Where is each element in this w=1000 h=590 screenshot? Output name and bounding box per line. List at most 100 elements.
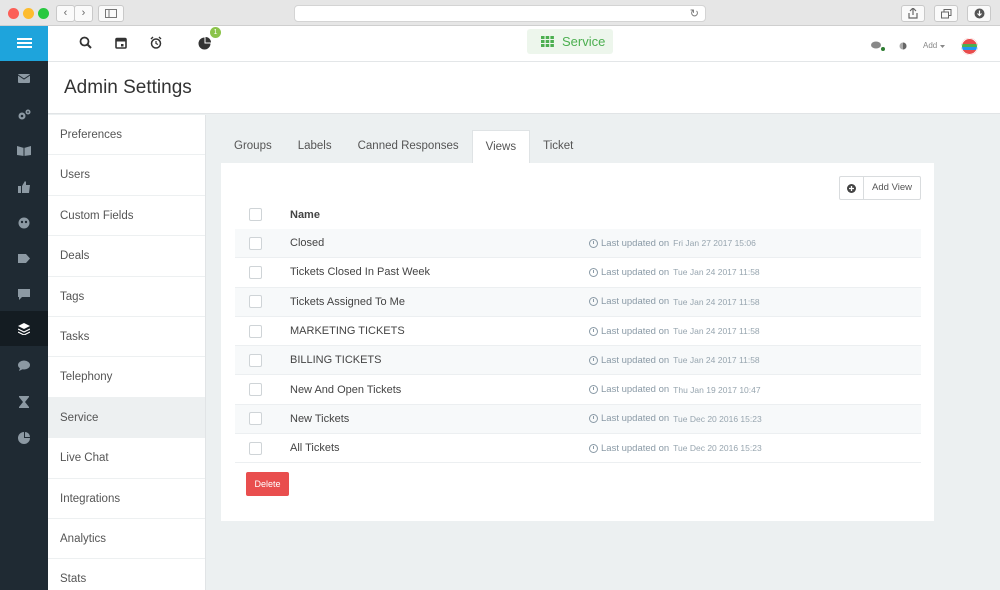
row-checkbox[interactable] (249, 324, 262, 338)
table-row[interactable]: MARKETING TICKETS Last updated on Tue Jan… (235, 317, 921, 347)
rail-timer-item[interactable] (0, 384, 48, 419)
settings-nav-tags[interactable]: Tags (48, 277, 205, 317)
last-updated-label: Last updated on (601, 296, 670, 308)
user-avatar[interactable] (961, 38, 978, 55)
calendar-icon[interactable] (114, 36, 128, 50)
settings-nav-deals[interactable]: Deals (48, 236, 205, 277)
address-bar[interactable]: ↻ (294, 5, 706, 22)
zoom-window-button[interactable] (38, 8, 49, 19)
clock-icon (589, 385, 598, 395)
tab-labels[interactable]: Labels (285, 130, 345, 163)
rail-feedback-item[interactable] (0, 169, 48, 204)
settings-nav-stats[interactable]: Stats (48, 559, 205, 590)
support-icon (18, 217, 30, 228)
tag-icon (18, 254, 30, 263)
top-bar: 1 Service Add (48, 26, 1000, 62)
close-window-button[interactable] (8, 8, 19, 19)
row-checkbox[interactable] (249, 412, 262, 426)
grid-icon (541, 36, 554, 47)
last-updated: Last updated on Tue Jan 24 2017 11:58 (589, 355, 760, 366)
service-switcher-button[interactable]: Service (527, 29, 613, 54)
view-name[interactable]: Closed (290, 237, 324, 249)
last-updated-label: Last updated on (601, 237, 670, 249)
notification-badge: 1 (210, 27, 221, 38)
row-checkbox[interactable] (249, 236, 262, 250)
rail-chat-item[interactable] (0, 348, 48, 383)
last-updated-label: Last updated on (601, 384, 670, 396)
clock-icon (589, 443, 598, 453)
table-row[interactable]: Closed Last updated on Fri Jan 27 2017 15… (235, 229, 921, 259)
back-button[interactable]: ‹ (56, 5, 75, 22)
row-checkbox[interactable] (249, 265, 262, 279)
settings-nav: Preferences Users Custom Fields Deals Ta… (48, 115, 206, 590)
presence-icon[interactable] (899, 42, 907, 50)
alarm-clock-icon[interactable] (149, 36, 163, 50)
page-header: Admin Settings (48, 62, 1000, 114)
view-name[interactable]: New And Open Tickets (290, 384, 401, 396)
tab-canned-responses[interactable]: Canned Responses (345, 130, 472, 163)
reload-icon[interactable]: ↻ (690, 7, 699, 20)
table-row[interactable]: Tickets Closed In Past Week Last updated… (235, 258, 921, 288)
table-row[interactable]: All Tickets Last updated on Tue Dec 20 20… (235, 434, 921, 464)
rail-inbox-item[interactable] (0, 61, 48, 96)
clock-icon (589, 297, 598, 307)
sidebar-toggle-button[interactable] (98, 5, 124, 22)
settings-nav-live-chat[interactable]: Live Chat (48, 438, 205, 479)
table-header-row: Name (235, 200, 921, 229)
view-name[interactable]: Tickets Closed In Past Week (290, 266, 430, 278)
search-icon[interactable] (79, 36, 93, 50)
rail-support-item[interactable] (0, 205, 48, 240)
forward-button[interactable]: › (74, 5, 93, 22)
settings-nav-service[interactable]: Service (48, 397, 205, 439)
row-checkbox[interactable] (249, 441, 262, 455)
row-checkbox[interactable] (249, 295, 262, 309)
view-name[interactable]: New Tickets (290, 413, 349, 425)
last-updated-date: Tue Jan 24 2017 11:58 (673, 267, 760, 278)
delete-button[interactable]: Delete (246, 472, 289, 496)
table-row[interactable]: New And Open Tickets Last updated on Thu … (235, 375, 921, 405)
settings-nav-preferences[interactable]: Preferences (48, 115, 205, 156)
tab-views[interactable]: Views (471, 130, 531, 163)
row-checkbox[interactable] (249, 353, 262, 367)
minimize-window-button[interactable] (23, 8, 34, 19)
table-row[interactable]: New Tickets Last updated on Tue Dec 20 20… (235, 404, 921, 435)
last-updated: Last updated on Tue Dec 20 2016 15:23 (589, 443, 762, 454)
tab-ticket[interactable]: Ticket (530, 130, 586, 163)
view-name[interactable]: MARKETING TICKETS (290, 325, 405, 337)
settings-nav-users[interactable]: Users (48, 155, 205, 196)
last-updated-date: Fri Jan 27 2017 15:06 (673, 238, 756, 249)
table-row[interactable]: Tickets Assigned To Me Last updated on Tu… (235, 287, 921, 317)
tab-groups[interactable]: Groups (221, 130, 285, 163)
rail-tags-item[interactable] (0, 241, 48, 276)
settings-nav-analytics[interactable]: Analytics (48, 519, 205, 560)
chat-status-icon[interactable] (871, 41, 885, 51)
service-label: Service (562, 34, 606, 49)
avatar-image (961, 38, 978, 55)
rail-knowledge-item[interactable] (0, 133, 48, 168)
settings-nav-integrations[interactable]: Integrations (48, 479, 205, 519)
view-name[interactable]: Tickets Assigned To Me (290, 296, 405, 308)
rail-settings-item[interactable] (0, 97, 48, 132)
rail-layers-item[interactable] (0, 311, 48, 346)
table-row[interactable]: BILLING TICKETS Last updated on Tue Jan 2… (235, 346, 921, 376)
rail-reports-item[interactable] (0, 420, 48, 455)
reports-pie-icon[interactable] (198, 36, 212, 50)
downloads-button[interactable] (967, 5, 991, 22)
service-tabs: Groups Labels Canned Responses Views Tic… (221, 130, 586, 163)
menu-toggle-button[interactable] (0, 26, 48, 61)
row-checkbox[interactable] (249, 383, 262, 397)
settings-nav-custom-fields[interactable]: Custom Fields (48, 196, 205, 237)
view-name[interactable]: All Tickets (290, 442, 340, 454)
page-title: Admin Settings (64, 77, 192, 98)
settings-nav-tasks[interactable]: Tasks (48, 317, 205, 358)
add-view-button[interactable]: Add View (839, 176, 921, 200)
add-menu-button[interactable]: Add (923, 41, 937, 50)
view-name[interactable]: BILLING TICKETS (290, 354, 382, 366)
share-button[interactable] (901, 5, 925, 22)
settings-nav-telephony[interactable]: Telephony (48, 357, 205, 398)
select-all-checkbox[interactable] (249, 208, 262, 221)
views-panel: Add View Name Closed Last updated on Fri … (221, 163, 934, 521)
browser-toolbar: ‹ › ↻ (0, 0, 1000, 26)
rail-comments-item[interactable] (0, 277, 48, 312)
tabs-button[interactable] (934, 5, 958, 22)
